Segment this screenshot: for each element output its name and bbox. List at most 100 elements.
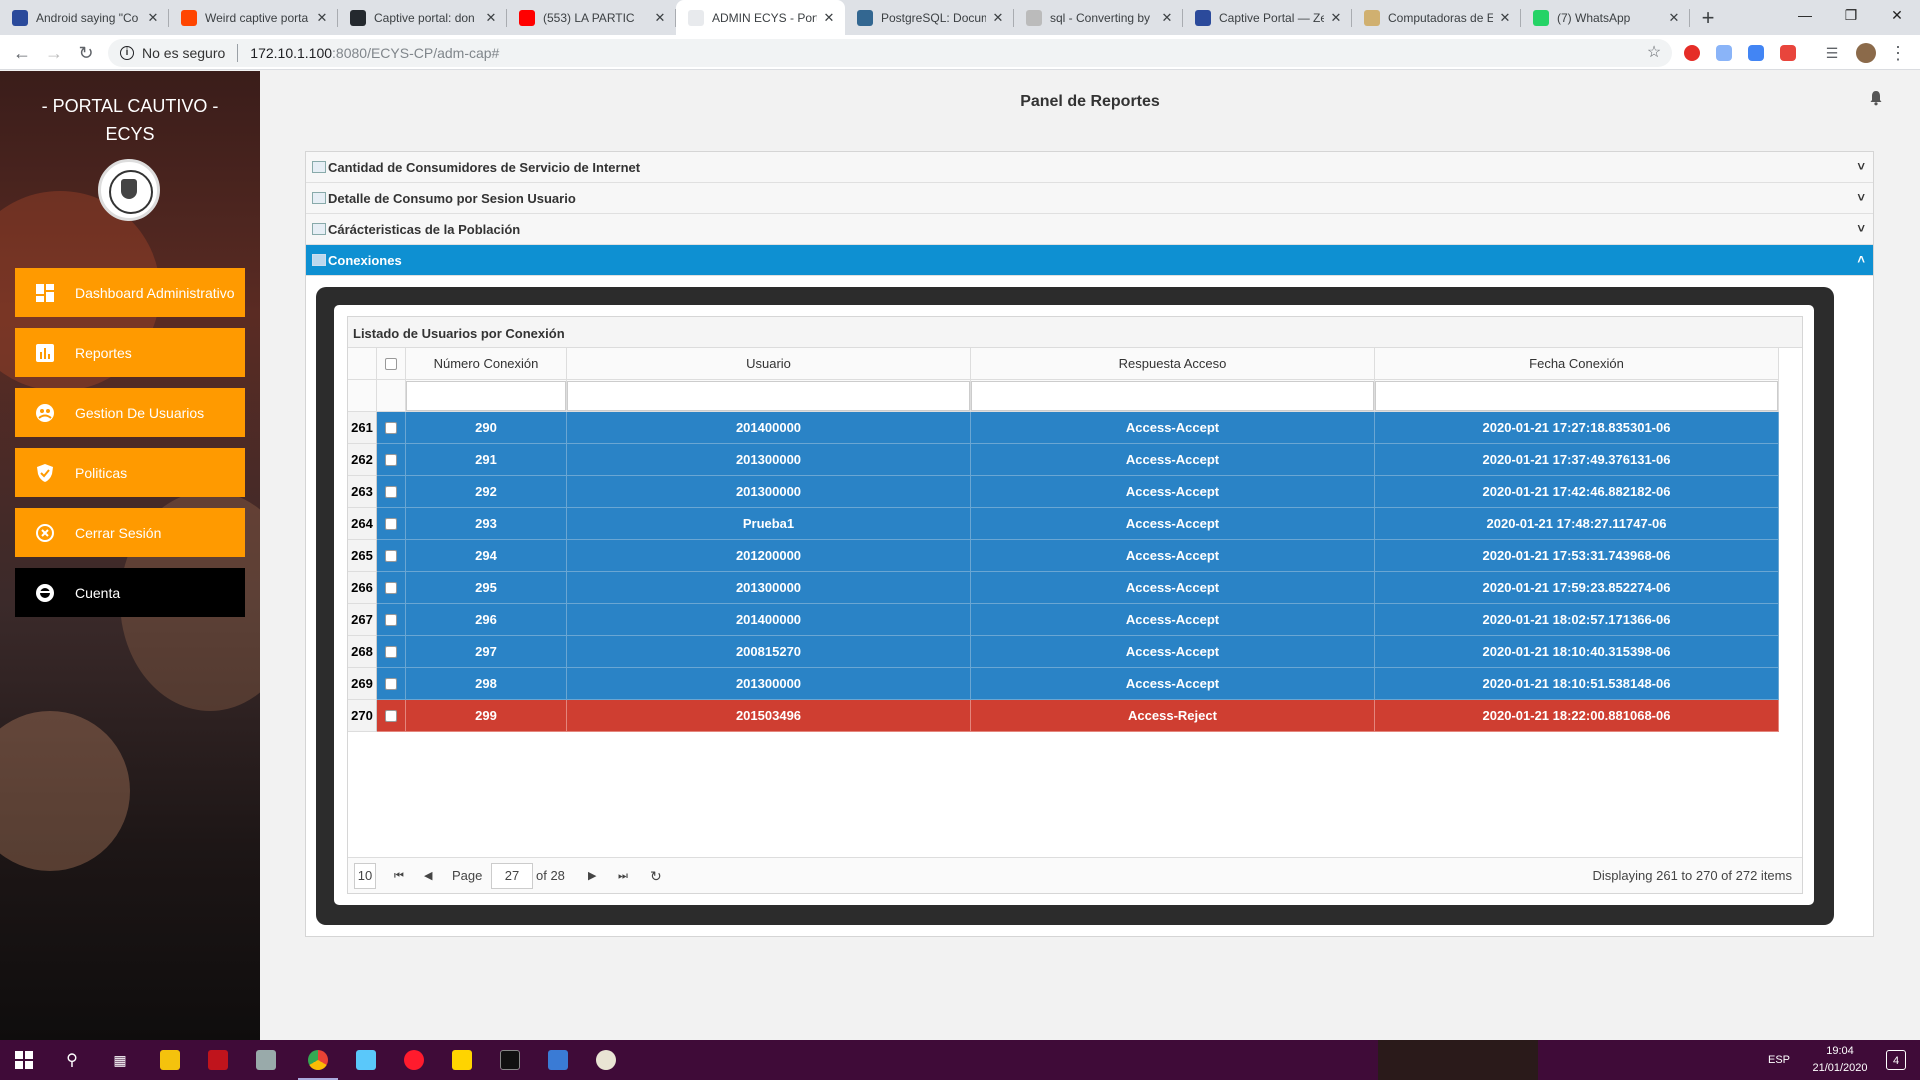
table-cell[interactable]: 2020-01-21 17:53:31.743968-06 [1375, 540, 1779, 572]
chevron-down-icon[interactable]: ˅ [1857, 221, 1865, 236]
checkbox[interactable] [385, 421, 397, 434]
filter-input[interactable] [406, 381, 566, 411]
opera-icon[interactable] [390, 1040, 438, 1080]
sidebar-item-politicas[interactable]: Politicas [15, 448, 245, 497]
profile-avatar[interactable] [1856, 43, 1876, 63]
tab-close-icon[interactable]: ✕ [314, 10, 330, 26]
column-header[interactable]: Respuesta Acceso [971, 348, 1375, 380]
browser-tab[interactable]: Captive portal: don ✕ [338, 0, 507, 35]
table-cell[interactable]: Prueba1 [567, 508, 971, 540]
table-cell[interactable]: 292 [406, 476, 567, 508]
table-cell[interactable]: Access-Accept [971, 604, 1375, 636]
row-checkbox[interactable] [377, 540, 406, 572]
accordion-header-3[interactable]: Conexiones ˄ [306, 245, 1873, 276]
table-cell[interactable]: 2020-01-21 18:22:00.881068-06 [1375, 700, 1779, 732]
sidebar-item-cerrar-sesi-n[interactable]: Cerrar Sesión [15, 508, 245, 557]
filter-input[interactable] [1375, 381, 1778, 411]
row-checkbox[interactable] [377, 508, 406, 540]
new-tab-button[interactable]: + [1690, 0, 1726, 35]
reload-icon[interactable]: ↻ [72, 39, 100, 67]
tab-close-icon[interactable]: ✕ [1666, 10, 1682, 26]
app-icon-cube[interactable] [342, 1040, 390, 1080]
row-checkbox[interactable] [377, 636, 406, 668]
sidebar-item-cuenta[interactable]: Cuenta [15, 568, 245, 617]
checkbox[interactable] [385, 709, 397, 722]
refresh-icon[interactable]: ↻ [650, 865, 662, 887]
chevron-down-icon[interactable]: ˅ [1857, 190, 1865, 205]
row-checkbox[interactable] [377, 668, 406, 700]
table-cell[interactable]: 2020-01-21 17:27:18.835301-06 [1375, 412, 1779, 444]
page-number-input[interactable]: 27 [491, 863, 533, 889]
table-cell[interactable]: 2020-01-21 18:10:40.315398-06 [1375, 636, 1779, 668]
table-cell[interactable]: 299 [406, 700, 567, 732]
table-cell[interactable]: Access-Accept [971, 412, 1375, 444]
checkbox[interactable] [385, 613, 397, 626]
close-window-icon[interactable]: ✕ [1874, 0, 1920, 30]
table-cell[interactable]: 2020-01-21 17:48:27.11747-06 [1375, 508, 1779, 540]
minimize-icon[interactable]: — [1782, 0, 1828, 30]
chrome-taskbar-icon[interactable] [294, 1040, 342, 1080]
checkbox[interactable] [385, 645, 397, 658]
file-explorer-icon[interactable] [146, 1040, 194, 1080]
table-cell[interactable]: 201300000 [567, 572, 971, 604]
table-cell[interactable]: 293 [406, 508, 567, 540]
row-checkbox[interactable] [377, 476, 406, 508]
browser-tab[interactable]: (7) WhatsApp ✕ [1521, 0, 1690, 35]
bookmark-star-icon[interactable]: ☆ [1640, 39, 1668, 67]
table-cell[interactable]: 294 [406, 540, 567, 572]
filter-input[interactable] [567, 381, 970, 411]
notification-bell-icon[interactable] [1868, 90, 1884, 106]
column-filter-input[interactable] [567, 380, 971, 412]
extension-icon-blue[interactable] [1748, 45, 1764, 61]
page-size-select[interactable]: 10 [354, 863, 376, 889]
accordion-header-1[interactable]: Detalle de Consumo por Sesion Usuario ˅ [306, 183, 1873, 214]
column-header[interactable]: Fecha Conexión [1375, 348, 1779, 380]
checkbox[interactable] [385, 517, 397, 530]
table-cell[interactable]: Access-Accept [971, 572, 1375, 604]
table-cell[interactable]: 2020-01-21 18:02:57.171366-06 [1375, 604, 1779, 636]
table-cell[interactable]: Access-Accept [971, 444, 1375, 476]
app-icon-paint[interactable] [582, 1040, 630, 1080]
row-checkbox[interactable] [377, 572, 406, 604]
table-cell[interactable]: 201300000 [567, 444, 971, 476]
filter-input[interactable] [971, 381, 1374, 411]
table-cell[interactable]: 201503496 [567, 700, 971, 732]
last-page-icon[interactable]: ⏭ [618, 865, 628, 887]
clock-date[interactable]: 21/01/2020 [1800, 1062, 1880, 1076]
address-bar[interactable]: i No es seguro 172.10.1.100:8080/ECYS-CP… [108, 39, 1672, 67]
checkbox[interactable] [385, 549, 397, 562]
table-cell[interactable]: 298 [406, 668, 567, 700]
table-cell[interactable]: 295 [406, 572, 567, 604]
clock-time[interactable]: 19:04 [1800, 1045, 1880, 1059]
column-header[interactable]: Número Conexión [406, 348, 567, 380]
sticky-notes-icon[interactable] [438, 1040, 486, 1080]
table-cell[interactable]: 201400000 [567, 604, 971, 636]
table-cell[interactable]: Access-Reject [971, 700, 1375, 732]
sidebar-item-gestion-de-usuarios[interactable]: Gestion De Usuarios [15, 388, 245, 437]
table-cell[interactable]: Access-Accept [971, 668, 1375, 700]
table-cell[interactable]: 200815270 [567, 636, 971, 668]
column-filter-input[interactable] [1375, 380, 1779, 412]
notification-center-icon[interactable]: 4 [1886, 1050, 1906, 1070]
row-checkbox[interactable] [377, 700, 406, 732]
browser-tab[interactable]: Android saying "Co ✕ [0, 0, 169, 35]
browser-tab[interactable]: sql - Converting by ✕ [1014, 0, 1183, 35]
tab-close-icon[interactable]: ✕ [652, 10, 668, 26]
table-cell[interactable]: 290 [406, 412, 567, 444]
reading-list-icon[interactable]: ☰ [1818, 39, 1846, 67]
sidebar-item-dashboard-administrativo[interactable]: Dashboard Administrativo [15, 268, 245, 317]
table-cell[interactable]: 2020-01-21 17:42:46.882182-06 [1375, 476, 1779, 508]
search-icon[interactable]: ⚲ [48, 1040, 96, 1080]
tab-close-icon[interactable]: ✕ [483, 10, 499, 26]
checkbox[interactable] [385, 581, 397, 594]
chrome-menu-icon[interactable]: ⋮ [1884, 39, 1912, 67]
tab-close-icon[interactable]: ✕ [821, 10, 837, 26]
table-cell[interactable]: Access-Accept [971, 636, 1375, 668]
windows-start-icon[interactable] [0, 1040, 48, 1080]
task-view-icon[interactable]: ▦ [96, 1040, 144, 1080]
tab-close-icon[interactable]: ✕ [1159, 10, 1175, 26]
column-filter-input[interactable] [406, 380, 567, 412]
back-icon[interactable]: ← [8, 39, 36, 67]
browser-tab[interactable]: Captive Portal — Ze ✕ [1183, 0, 1352, 35]
browser-tab[interactable]: Computadoras de E ✕ [1352, 0, 1521, 35]
